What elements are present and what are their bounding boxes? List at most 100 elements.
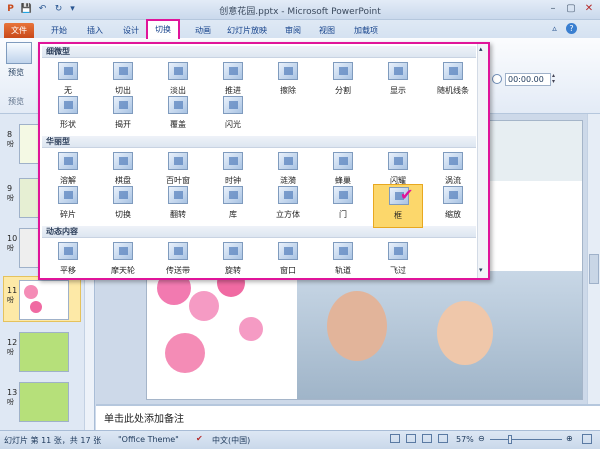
transition-label: 立方体 xyxy=(276,210,300,219)
spellcheck-icon[interactable]: ✔ xyxy=(196,434,203,443)
transition-item[interactable]: 库 xyxy=(208,184,258,228)
tab-view[interactable]: 视图 xyxy=(312,23,342,38)
transition-label: 擦除 xyxy=(280,86,296,95)
transition-item[interactable]: 旋转 xyxy=(208,240,258,284)
notes-pane[interactable]: 单击此处添加备注 xyxy=(96,404,600,430)
status-bar: 幻灯片 第 11 张，共 17 张 "Office Theme" ✔ 中文(中国… xyxy=(0,430,600,449)
transition-item[interactable]: 飞过 xyxy=(373,240,423,284)
transition-item[interactable]: 形状 xyxy=(43,94,93,138)
transition-item[interactable]: 立方体 xyxy=(263,184,313,228)
slide-number: 9吩 xyxy=(7,184,14,202)
editor-scroll-thumb[interactable] xyxy=(589,254,599,284)
transition-thumbnail-icon xyxy=(113,242,133,260)
transition-item[interactable]: 切换 xyxy=(98,184,148,228)
slide-number: 13 吩 xyxy=(7,388,18,406)
normal-view-icon[interactable] xyxy=(390,434,400,443)
transition-item[interactable]: 分割 xyxy=(318,60,368,104)
scroll-down-icon[interactable]: ▾ xyxy=(479,266,483,274)
zoom-level[interactable]: 57% xyxy=(456,435,474,444)
transition-item[interactable]: 覆盖 xyxy=(153,94,203,138)
slide-number: 10 吩 xyxy=(7,234,18,252)
transition-thumbnail-icon xyxy=(333,186,353,204)
transition-item[interactable]: 显示 xyxy=(373,60,423,104)
transition-thumbnail-icon xyxy=(168,152,188,170)
slide-thumbnail-13[interactable] xyxy=(19,382,69,422)
window-title: 创意花园.pptx - Microsoft PowerPoint xyxy=(219,7,381,17)
transition-label: 旋转 xyxy=(225,266,241,275)
transition-item[interactable]: 擦除 xyxy=(263,60,313,104)
tab-animations[interactable]: 动画 xyxy=(188,23,218,38)
preview-icon[interactable] xyxy=(6,42,32,64)
transition-thumbnail-icon xyxy=(333,152,353,170)
slideshow-view-icon[interactable] xyxy=(438,434,448,443)
duration-field[interactable]: 00:00.00 xyxy=(505,73,551,86)
slide-sorter-icon[interactable] xyxy=(406,434,416,443)
tab-transitions[interactable]: 切换 xyxy=(146,19,180,39)
transition-item[interactable]: 传送带 xyxy=(153,240,203,284)
slide-thumbnail-12[interactable] xyxy=(19,332,69,372)
transition-thumbnail-icon xyxy=(443,152,463,170)
minimize-icon[interactable]: – xyxy=(545,2,561,16)
transition-item[interactable]: 随机线条 xyxy=(428,60,478,104)
transition-thumbnail-icon xyxy=(168,186,188,204)
tab-design[interactable]: 设计 xyxy=(116,23,146,38)
transition-label: 闪光 xyxy=(225,120,241,129)
transition-item[interactable]: 轨道 xyxy=(318,240,368,284)
minimize-ribbon-icon[interactable]: ▵ xyxy=(548,23,561,36)
transition-item[interactable]: 门 xyxy=(318,184,368,228)
tab-home[interactable]: 开始 xyxy=(44,23,74,38)
clock-icon xyxy=(492,74,502,84)
slide-thumbnail-11[interactable] xyxy=(19,280,69,320)
transition-item[interactable]: 摩天轮 xyxy=(98,240,148,284)
zoom-slider-thumb[interactable] xyxy=(508,435,512,444)
editor-scrollbar[interactable] xyxy=(587,114,600,404)
zoom-in-icon[interactable]: ⊕ xyxy=(566,434,573,443)
tab-insert[interactable]: 插入 xyxy=(80,23,110,38)
ribbon-tab-row: 文件 开始 插入 设计 动画 幻灯片放映 审阅 视图 加载项 ▵ ? xyxy=(0,20,600,38)
transition-thumbnail-icon xyxy=(223,62,243,80)
transition-item[interactable]: 框 ✔ xyxy=(373,184,423,228)
language[interactable]: 中文(中国) xyxy=(212,435,250,446)
close-icon[interactable]: ✕ xyxy=(581,2,597,16)
transition-item[interactable]: 闪光 xyxy=(208,94,258,138)
transition-label: 缩放 xyxy=(445,210,461,219)
transition-label: 窗口 xyxy=(280,266,296,275)
reading-view-icon[interactable] xyxy=(422,434,432,443)
transition-thumbnail-icon xyxy=(443,62,463,80)
tab-slideshow[interactable]: 幻灯片放映 xyxy=(222,23,272,38)
help-icon[interactable]: ? xyxy=(566,23,577,34)
transition-thumbnail-icon xyxy=(333,242,353,260)
transition-thumbnail-icon xyxy=(113,96,133,114)
transition-thumbnail-icon xyxy=(388,242,408,260)
preview-group-label: 预览 xyxy=(8,97,24,106)
duration-spinner-icon[interactable]: ▴ ▾ xyxy=(552,73,560,86)
tab-addins[interactable]: 加载项 xyxy=(346,23,386,38)
transition-thumbnail-icon xyxy=(333,62,353,80)
transition-item[interactable]: 翻转 xyxy=(153,184,203,228)
transition-thumbnail-icon xyxy=(388,152,408,170)
flower-shape xyxy=(30,301,42,313)
flower-shape xyxy=(239,317,263,341)
zoom-slider[interactable] xyxy=(490,439,562,440)
transition-thumbnail-icon xyxy=(278,62,298,80)
maximize-icon[interactable]: ▢ xyxy=(563,2,579,16)
slide-number: 8吩 xyxy=(7,130,14,148)
transition-item[interactable]: 缩放 xyxy=(428,184,478,228)
transition-thumbnail-icon xyxy=(278,242,298,260)
transition-item[interactable]: 碎片 xyxy=(43,184,93,228)
preview-button[interactable]: 预览 xyxy=(8,67,24,78)
transition-label: 随机线条 xyxy=(437,86,469,95)
checkmark-icon: ✔ xyxy=(400,185,414,204)
zoom-out-icon[interactable]: ⊖ xyxy=(478,434,485,443)
transition-thumbnail-icon xyxy=(113,186,133,204)
transition-item[interactable]: 平移 xyxy=(43,240,93,284)
transition-label: 覆盖 xyxy=(170,120,186,129)
fit-slide-icon[interactable] xyxy=(582,434,592,444)
tab-file[interactable]: 文件 xyxy=(4,23,34,38)
scroll-up-icon[interactable]: ▴ xyxy=(479,45,483,53)
transition-item[interactable]: 揭开 xyxy=(98,94,148,138)
tab-review[interactable]: 审阅 xyxy=(278,23,308,38)
gallery-scrollbar[interactable]: ▴ ▾ xyxy=(477,44,488,278)
transition-item[interactable]: 窗口 xyxy=(263,240,313,284)
flower-shape xyxy=(165,333,205,373)
